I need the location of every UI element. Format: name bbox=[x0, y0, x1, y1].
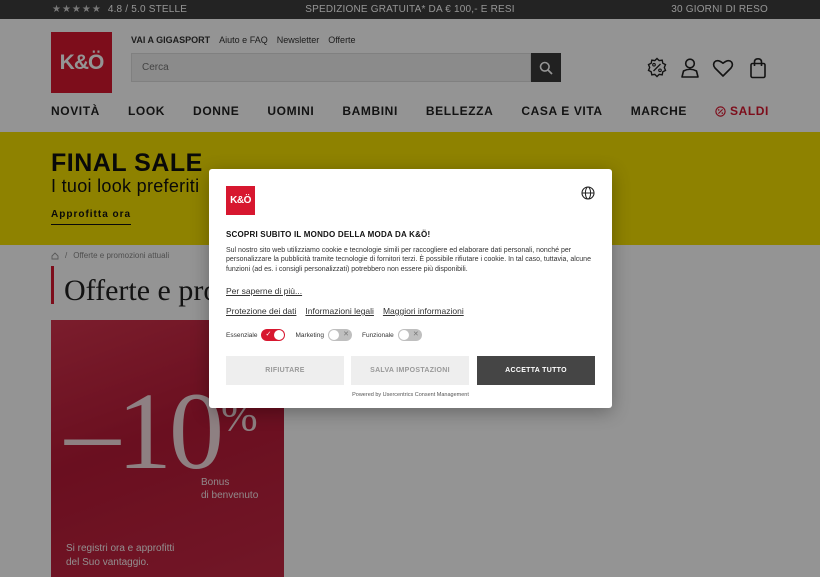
consent-toggles: Essenziale ✓ Marketing ✕ Funzionale ✕ bbox=[226, 329, 422, 341]
x-icon: ✕ bbox=[412, 331, 419, 338]
dialog-logo: K&Ö bbox=[226, 186, 255, 215]
learn-more-link[interactable]: Per saperne di più... bbox=[226, 286, 302, 296]
toggle-marketing-label: Marketing bbox=[295, 331, 324, 339]
essential-switch[interactable]: ✓ bbox=[261, 329, 286, 341]
toggle-essential-label: Essenziale bbox=[226, 331, 258, 339]
language-globe-icon[interactable] bbox=[581, 186, 595, 200]
consent-links: Protezione dei dati Informazioni legali … bbox=[226, 306, 464, 316]
functional-switch[interactable]: ✕ bbox=[397, 329, 422, 341]
toggle-functional-label: Funzionale bbox=[361, 331, 394, 339]
check-icon: ✓ bbox=[265, 331, 272, 338]
accept-all-button[interactable]: ACCETTA TUTTO bbox=[477, 356, 595, 385]
powered-by-text: Powered by Usercentrics Consent Manageme… bbox=[352, 392, 469, 398]
x-icon: ✕ bbox=[343, 331, 349, 338]
privacy-link[interactable]: Protezione dei dati bbox=[226, 306, 296, 316]
save-settings-button[interactable]: SALVA IMPOSTAZIONI bbox=[351, 356, 469, 385]
consent-body: Sul nostro sito web utilizziamo cookie e… bbox=[226, 247, 591, 273]
reject-button[interactable]: RIFIUTARE bbox=[226, 356, 344, 385]
more-info-link[interactable]: Maggiori informazioni bbox=[383, 306, 464, 316]
legal-info-link[interactable]: Informazioni legali bbox=[305, 306, 374, 316]
toggle-essential: Essenziale ✓ bbox=[226, 329, 286, 341]
toggle-functional: Funzionale ✕ bbox=[362, 329, 422, 341]
consent-heading: SCOPRI SUBITO IL MONDO DELLA MODA DA K&Ö… bbox=[226, 230, 431, 239]
toggle-marketing: Marketing ✕ bbox=[295, 329, 352, 341]
cookie-consent-dialog: K&Ö SCOPRI SUBITO IL MONDO DELLA MODA DA… bbox=[209, 169, 612, 408]
marketing-switch[interactable]: ✕ bbox=[327, 329, 352, 341]
